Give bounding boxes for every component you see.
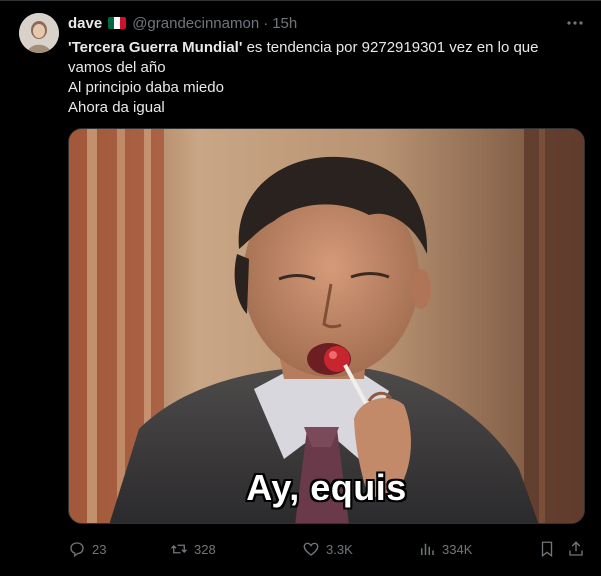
- tweet-header: dave @grandecinnamon · 15h: [68, 13, 297, 33]
- share-icon[interactable]: [567, 540, 585, 558]
- divider: [0, 0, 601, 1]
- timestamp[interactable]: 15h: [272, 15, 297, 32]
- more-options-icon[interactable]: [565, 13, 585, 33]
- tweet-actions-bar: 23 328 3.3K 334K: [68, 538, 585, 560]
- repost-icon: [171, 544, 187, 554]
- separator: ·: [263, 14, 269, 32]
- handle[interactable]: @grandecinnamon: [132, 15, 259, 32]
- tweet-text-line-2: vamos del año: [68, 59, 166, 76]
- display-name[interactable]: dave: [68, 15, 102, 32]
- tweet-text-line-1-rest: es tendencia por 9272919301 vez en lo qu…: [242, 39, 539, 56]
- like-button[interactable]: 3.3K: [302, 538, 353, 560]
- mexico-flag-icon: [108, 17, 127, 29]
- repost-button[interactable]: 328: [170, 538, 216, 560]
- bookmark-icon[interactable]: [538, 540, 556, 558]
- repost-count: 328: [194, 541, 216, 557]
- tweet-text: 'Tercera Guerra Mundial' es tendencia po…: [68, 38, 568, 118]
- views-button[interactable]: 334K: [418, 538, 472, 560]
- tweet-text-line-1: 'Tercera Guerra Mundial' es tendencia po…: [68, 38, 568, 58]
- heart-icon: [303, 542, 319, 556]
- meme-caption: Ay, equis: [246, 467, 407, 508]
- reply-count: 23: [92, 541, 107, 557]
- views-count: 334K: [442, 541, 473, 557]
- tweet-media-image[interactable]: Ay, equis: [68, 128, 585, 524]
- tweet-text-line-4: Ahora da igual: [68, 99, 165, 116]
- like-count: 3.3K: [326, 541, 353, 557]
- analytics-icon: [421, 543, 434, 555]
- avatar[interactable]: [19, 13, 59, 53]
- tweet-text-bold: 'Tercera Guerra Mundial': [68, 39, 243, 56]
- reply-icon: [70, 542, 84, 558]
- tweet-text-line-3: Al principio daba miedo: [68, 79, 224, 96]
- tweet[interactable]: dave @grandecinnamon · 15h 'Tercera Guer…: [0, 0, 601, 576]
- reply-button[interactable]: 23: [68, 538, 106, 560]
- meme-image: [69, 129, 584, 523]
